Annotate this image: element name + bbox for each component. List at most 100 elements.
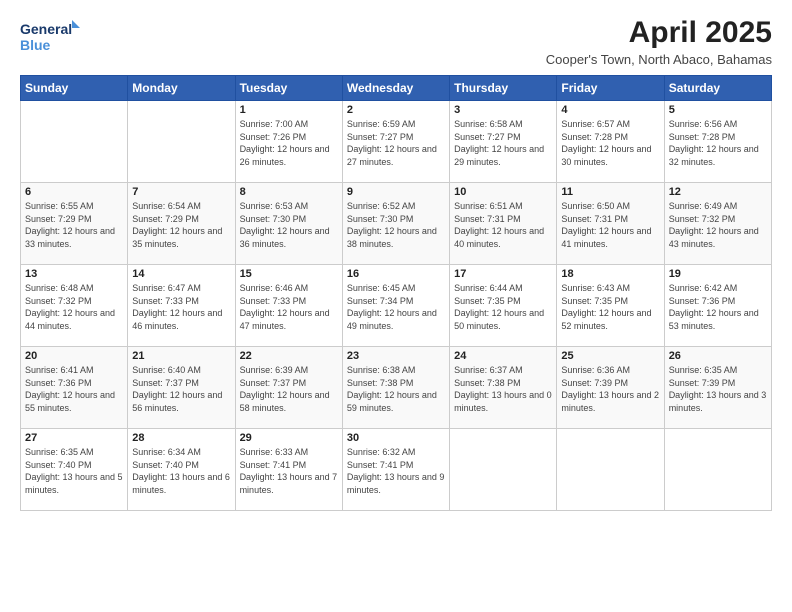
- calendar-cell: 13 Sunrise: 6:48 AM Sunset: 7:32 PM Dayli…: [21, 265, 128, 347]
- day-number: 13: [25, 268, 123, 280]
- day-info: Sunrise: 6:46 AM Sunset: 7:33 PM Dayligh…: [240, 282, 338, 332]
- calendar-cell: 10 Sunrise: 6:51 AM Sunset: 7:31 PM Dayli…: [450, 183, 557, 265]
- col-friday: Friday: [557, 76, 664, 101]
- header-row: Sunday Monday Tuesday Wednesday Thursday…: [21, 76, 772, 101]
- calendar-cell: 2 Sunrise: 6:59 AM Sunset: 7:27 PM Daylig…: [342, 101, 449, 183]
- day-info: Sunrise: 6:44 AM Sunset: 7:35 PM Dayligh…: [454, 282, 552, 332]
- day-info: Sunrise: 6:45 AM Sunset: 7:34 PM Dayligh…: [347, 282, 445, 332]
- day-info: Sunrise: 6:37 AM Sunset: 7:38 PM Dayligh…: [454, 364, 552, 414]
- day-number: 22: [240, 350, 338, 362]
- calendar-cell: [664, 429, 771, 511]
- col-saturday: Saturday: [664, 76, 771, 101]
- day-number: 15: [240, 268, 338, 280]
- calendar-cell: 8 Sunrise: 6:53 AM Sunset: 7:30 PM Daylig…: [235, 183, 342, 265]
- calendar-cell: 16 Sunrise: 6:45 AM Sunset: 7:34 PM Dayli…: [342, 265, 449, 347]
- day-number: 25: [561, 350, 659, 362]
- day-number: 27: [25, 432, 123, 444]
- calendar-week-2: 6Sunrise: 6:55 AM Sunset: 7:29 PM Daylig…: [21, 183, 772, 265]
- calendar-cell: [557, 429, 664, 511]
- calendar-cell: 6Sunrise: 6:55 AM Sunset: 7:29 PM Daylig…: [21, 183, 128, 265]
- day-number: 19: [669, 268, 767, 280]
- col-tuesday: Tuesday: [235, 76, 342, 101]
- calendar-cell: [128, 101, 235, 183]
- calendar-cell: 5Sunrise: 6:56 AM Sunset: 7:28 PM Daylig…: [664, 101, 771, 183]
- day-info: Sunrise: 6:40 AM Sunset: 7:37 PM Dayligh…: [132, 364, 230, 414]
- calendar-week-5: 27Sunrise: 6:35 AM Sunset: 7:40 PM Dayli…: [21, 429, 772, 511]
- calendar-cell: 4 Sunrise: 6:57 AM Sunset: 7:28 PM Daylig…: [557, 101, 664, 183]
- calendar-cell: 14 Sunrise: 6:47 AM Sunset: 7:33 PM Dayli…: [128, 265, 235, 347]
- calendar-header: Sunday Monday Tuesday Wednesday Thursday…: [21, 76, 772, 101]
- day-number: 8: [240, 186, 338, 198]
- day-info: Sunrise: 6:34 AM Sunset: 7:40 PM Dayligh…: [132, 446, 230, 496]
- calendar-cell: 28Sunrise: 6:34 AM Sunset: 7:40 PM Dayli…: [128, 429, 235, 511]
- calendar-cell: 20Sunrise: 6:41 AM Sunset: 7:36 PM Dayli…: [21, 347, 128, 429]
- calendar-cell: 7Sunrise: 6:54 AM Sunset: 7:29 PM Daylig…: [128, 183, 235, 265]
- day-number: 23: [347, 350, 445, 362]
- calendar-cell: 30 Sunrise: 6:32 AM Sunset: 7:41 PM Dayli…: [342, 429, 449, 511]
- day-number: 26: [669, 350, 767, 362]
- logo: General Blue: [20, 16, 80, 56]
- calendar-cell: 1Sunrise: 7:00 AM Sunset: 7:26 PM Daylig…: [235, 101, 342, 183]
- day-number: 9: [347, 186, 445, 198]
- day-number: 30: [347, 432, 445, 444]
- title-block: April 2025 Cooper's Town, North Abaco, B…: [546, 16, 772, 67]
- day-info: Sunrise: 6:52 AM Sunset: 7:30 PM Dayligh…: [347, 200, 445, 250]
- calendar-cell: 15 Sunrise: 6:46 AM Sunset: 7:33 PM Dayli…: [235, 265, 342, 347]
- col-wednesday: Wednesday: [342, 76, 449, 101]
- col-sunday: Sunday: [21, 76, 128, 101]
- calendar-cell: 12 Sunrise: 6:49 AM Sunset: 7:32 PM Dayli…: [664, 183, 771, 265]
- calendar-cell: 24Sunrise: 6:37 AM Sunset: 7:38 PM Dayli…: [450, 347, 557, 429]
- calendar-cell: 23 Sunrise: 6:38 AM Sunset: 7:38 PM Dayli…: [342, 347, 449, 429]
- day-info: Sunrise: 6:49 AM Sunset: 7:32 PM Dayligh…: [669, 200, 767, 250]
- calendar-cell: 27Sunrise: 6:35 AM Sunset: 7:40 PM Dayli…: [21, 429, 128, 511]
- day-info: Sunrise: 6:51 AM Sunset: 7:31 PM Dayligh…: [454, 200, 552, 250]
- calendar-cell: 22 Sunrise: 6:39 AM Sunset: 7:37 PM Dayli…: [235, 347, 342, 429]
- day-number: 16: [347, 268, 445, 280]
- calendar-cell: 19 Sunrise: 6:42 AM Sunset: 7:36 PM Dayli…: [664, 265, 771, 347]
- calendar-cell: 11 Sunrise: 6:50 AM Sunset: 7:31 PM Dayli…: [557, 183, 664, 265]
- calendar-cell: 21 Sunrise: 6:40 AM Sunset: 7:37 PM Dayli…: [128, 347, 235, 429]
- day-info: Sunrise: 6:48 AM Sunset: 7:32 PM Dayligh…: [25, 282, 123, 332]
- calendar-cell: 3Sunrise: 6:58 AM Sunset: 7:27 PM Daylig…: [450, 101, 557, 183]
- day-info: Sunrise: 6:38 AM Sunset: 7:38 PM Dayligh…: [347, 364, 445, 414]
- day-number: 6: [25, 186, 123, 198]
- day-number: 18: [561, 268, 659, 280]
- logo-svg: General Blue: [20, 16, 80, 56]
- day-number: 11: [561, 186, 659, 198]
- page-header: General Blue April 2025 Cooper's Town, N…: [20, 16, 772, 67]
- location-subtitle: Cooper's Town, North Abaco, Bahamas: [546, 52, 772, 67]
- calendar-cell: 9 Sunrise: 6:52 AM Sunset: 7:30 PM Daylig…: [342, 183, 449, 265]
- day-number: 4: [561, 104, 659, 116]
- day-info: Sunrise: 6:36 AM Sunset: 7:39 PM Dayligh…: [561, 364, 659, 414]
- day-info: Sunrise: 6:59 AM Sunset: 7:27 PM Dayligh…: [347, 118, 445, 168]
- calendar-week-4: 20Sunrise: 6:41 AM Sunset: 7:36 PM Dayli…: [21, 347, 772, 429]
- day-info: Sunrise: 6:42 AM Sunset: 7:36 PM Dayligh…: [669, 282, 767, 332]
- day-info: Sunrise: 6:33 AM Sunset: 7:41 PM Dayligh…: [240, 446, 338, 496]
- col-monday: Monday: [128, 76, 235, 101]
- calendar-cell: 18 Sunrise: 6:43 AM Sunset: 7:35 PM Dayli…: [557, 265, 664, 347]
- day-info: Sunrise: 6:53 AM Sunset: 7:30 PM Dayligh…: [240, 200, 338, 250]
- day-info: Sunrise: 6:35 AM Sunset: 7:39 PM Dayligh…: [669, 364, 767, 414]
- day-number: 29: [240, 432, 338, 444]
- day-number: 12: [669, 186, 767, 198]
- day-info: Sunrise: 6:50 AM Sunset: 7:31 PM Dayligh…: [561, 200, 659, 250]
- day-info: Sunrise: 6:47 AM Sunset: 7:33 PM Dayligh…: [132, 282, 230, 332]
- day-number: 14: [132, 268, 230, 280]
- day-number: 1: [240, 104, 338, 116]
- day-number: 17: [454, 268, 552, 280]
- svg-text:General: General: [20, 21, 72, 37]
- day-info: Sunrise: 6:32 AM Sunset: 7:41 PM Dayligh…: [347, 446, 445, 496]
- day-number: 2: [347, 104, 445, 116]
- day-number: 21: [132, 350, 230, 362]
- svg-text:Blue: Blue: [20, 37, 51, 53]
- day-info: Sunrise: 6:57 AM Sunset: 7:28 PM Dayligh…: [561, 118, 659, 168]
- day-info: Sunrise: 6:41 AM Sunset: 7:36 PM Dayligh…: [25, 364, 123, 414]
- day-info: Sunrise: 6:43 AM Sunset: 7:35 PM Dayligh…: [561, 282, 659, 332]
- calendar-body: 1Sunrise: 7:00 AM Sunset: 7:26 PM Daylig…: [21, 101, 772, 511]
- day-info: Sunrise: 6:39 AM Sunset: 7:37 PM Dayligh…: [240, 364, 338, 414]
- day-number: 10: [454, 186, 552, 198]
- calendar-week-1: 1Sunrise: 7:00 AM Sunset: 7:26 PM Daylig…: [21, 101, 772, 183]
- calendar-table: Sunday Monday Tuesday Wednesday Thursday…: [20, 75, 772, 511]
- calendar-week-3: 13 Sunrise: 6:48 AM Sunset: 7:32 PM Dayli…: [21, 265, 772, 347]
- day-info: Sunrise: 6:58 AM Sunset: 7:27 PM Dayligh…: [454, 118, 552, 168]
